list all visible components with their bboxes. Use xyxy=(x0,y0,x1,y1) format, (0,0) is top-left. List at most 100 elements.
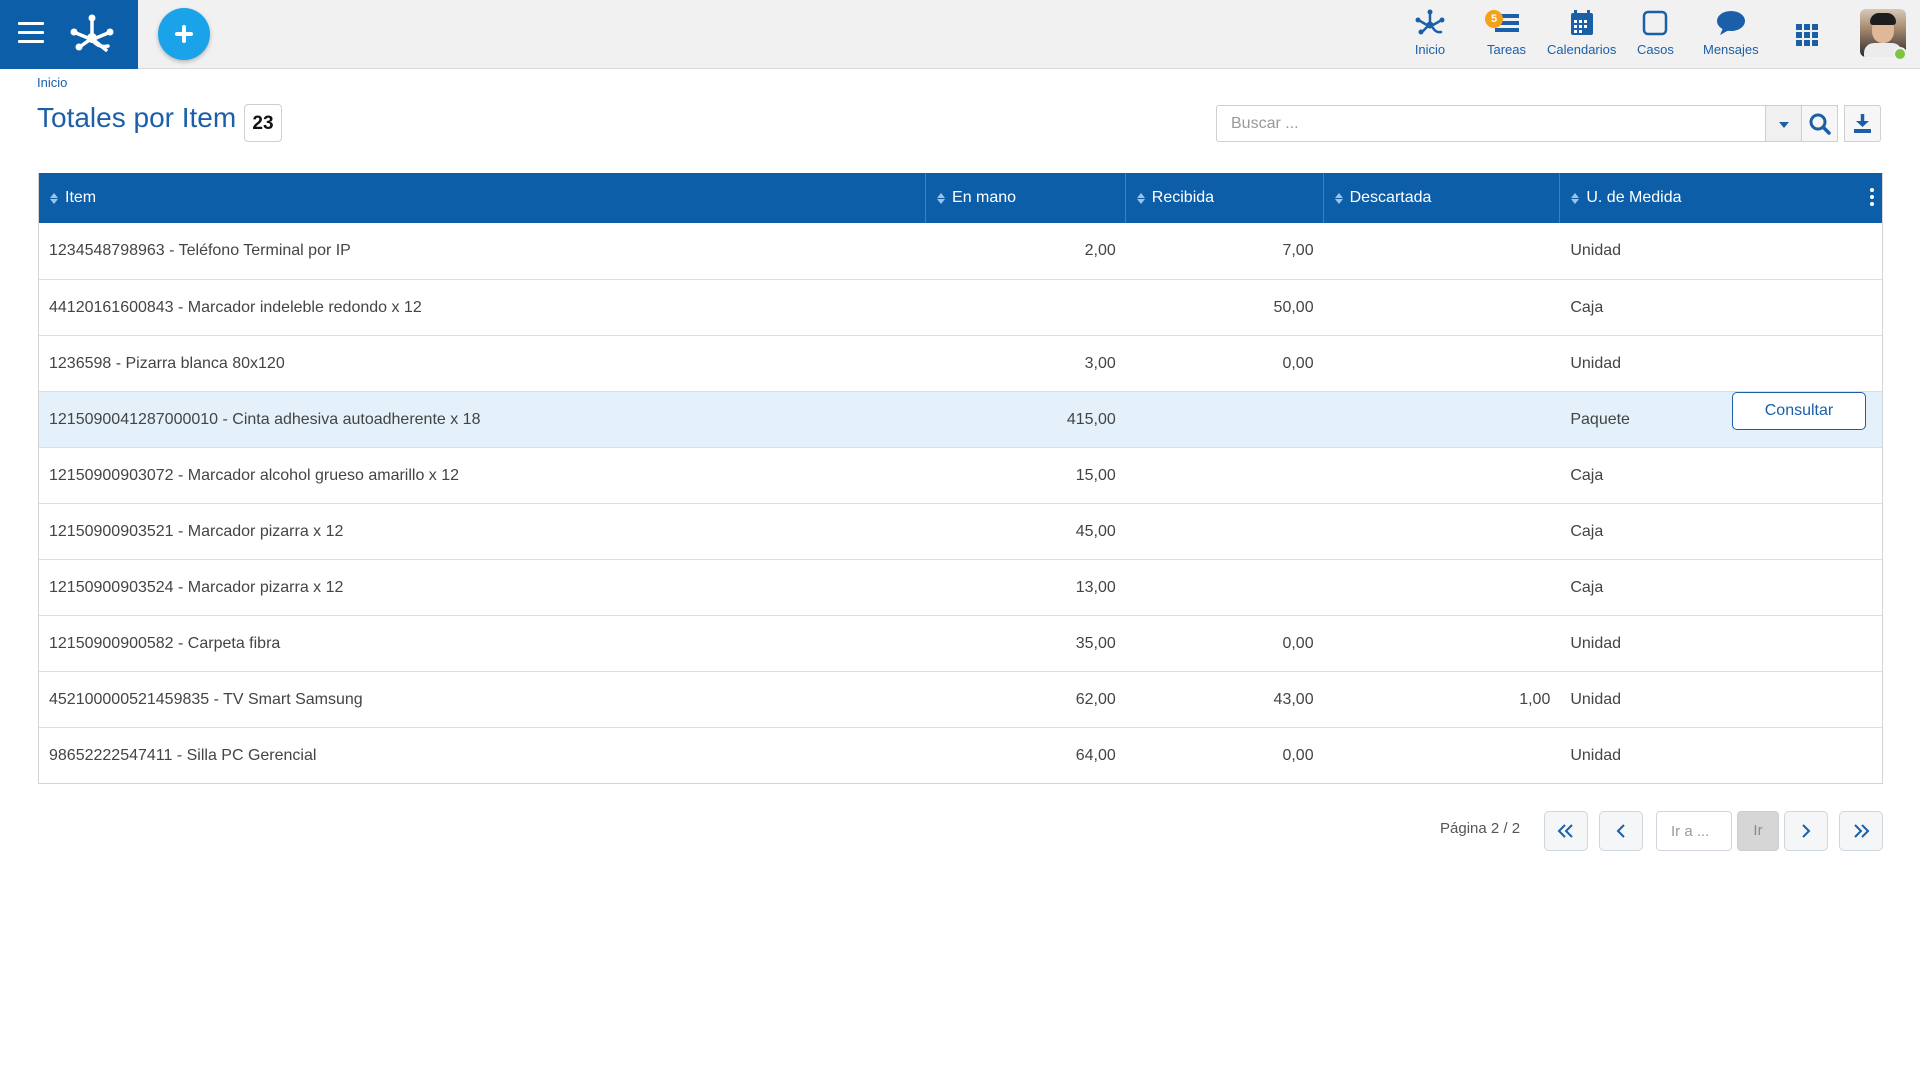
goto-page-input[interactable] xyxy=(1656,811,1732,851)
cell-unidad: Unidad xyxy=(1570,634,1622,652)
cell-unidad: Unidad xyxy=(1570,746,1622,764)
cell-unidad: Unidad xyxy=(1570,242,1622,259)
cell-item: 1215090041287000010 - Cinta adhesiva aut… xyxy=(49,410,481,428)
breadcrumb[interactable]: Inicio xyxy=(37,75,67,90)
nav-inicio[interactable]: Inicio xyxy=(1414,8,1446,57)
first-page-button[interactable] xyxy=(1544,811,1588,851)
double-chevron-right-icon xyxy=(1854,824,1870,838)
table-row[interactable]: 1236598 - Pizarra blanca 80x120 3,00 0,0… xyxy=(39,335,1882,391)
column-options-icon[interactable] xyxy=(1870,188,1874,208)
table-row[interactable]: 12150900903521 - Marcador pizarra x 12 4… xyxy=(39,503,1882,559)
col-header-label: Item xyxy=(65,189,97,206)
cell-item: 98652222547411 - Silla PC Gerencial xyxy=(49,746,317,764)
table-row[interactable]: 1234548798963 - Teléfono Terminal por IP… xyxy=(39,223,1882,279)
col-header-item[interactable]: Item xyxy=(39,173,927,223)
cell-item: 12150900903521 - Marcador pizarra x 12 xyxy=(49,522,344,540)
table-row[interactable]: 12150900903072 - Marcador alcohol grueso… xyxy=(39,447,1882,503)
grid-apps-icon[interactable] xyxy=(1795,23,1819,47)
cell-recibida: 0,00 xyxy=(1282,634,1314,652)
previous-page-button[interactable] xyxy=(1599,811,1643,851)
cell-item: 12150900903524 - Marcador pizarra x 12 xyxy=(49,578,344,596)
tasks-badge: 5 xyxy=(1485,10,1503,28)
table-row[interactable]: 98652222547411 - Silla PC Gerencial 64,0… xyxy=(39,727,1882,783)
chat-bubble-icon xyxy=(1716,11,1745,35)
consultar-button[interactable]: Consultar xyxy=(1732,391,1866,430)
next-page-button[interactable] xyxy=(1784,811,1828,851)
search-icon xyxy=(1809,113,1831,135)
table-row[interactable]: 44120161600843 - Marcador indeleble redo… xyxy=(39,279,1882,335)
search-input[interactable] xyxy=(1216,105,1766,142)
nav-tareas[interactable]: 5 Tareas xyxy=(1485,8,1527,57)
sort-icon xyxy=(49,192,59,205)
nav-mensajes-label: Mensajes xyxy=(1703,42,1759,57)
cell-recibida: 0,00 xyxy=(1282,354,1314,372)
cell-en-mano: 64,00 xyxy=(1075,746,1116,764)
table-body: 1234548798963 - Teléfono Terminal por IP… xyxy=(39,223,1882,783)
cell-item: 1234548798963 - Teléfono Terminal por IP xyxy=(49,242,351,259)
logo-icon[interactable] xyxy=(68,10,116,58)
add-new-button[interactable] xyxy=(158,8,210,60)
cell-recibida: 43,00 xyxy=(1273,690,1314,708)
download-icon xyxy=(1854,114,1871,133)
search-filter-dropdown[interactable] xyxy=(1765,105,1802,142)
cell-unidad: Paquete xyxy=(1570,410,1630,428)
brand-area xyxy=(0,0,138,69)
cell-en-mano: 13,00 xyxy=(1075,578,1116,596)
totals-table: Item En mano Recibida Descartada U. de M… xyxy=(38,173,1883,784)
cell-item: 1236598 - Pizarra blanca 80x120 xyxy=(49,354,285,372)
cell-item: 452100000521459835 - TV Smart Samsung xyxy=(49,690,363,708)
col-header-recibida[interactable]: Recibida xyxy=(1126,173,1324,223)
cases-icon xyxy=(1643,10,1668,36)
cell-item: 44120161600843 - Marcador indeleble redo… xyxy=(49,298,422,316)
nav-inicio-label: Inicio xyxy=(1414,42,1446,57)
cell-recibida: 0,00 xyxy=(1282,746,1314,764)
sort-icon xyxy=(1136,192,1146,205)
cell-unidad: Caja xyxy=(1570,466,1604,484)
goto-page-button[interactable]: Ir xyxy=(1737,811,1779,851)
nav-mensajes[interactable]: Mensajes xyxy=(1703,8,1759,57)
download-button[interactable] xyxy=(1844,105,1881,142)
cell-en-mano: 35,00 xyxy=(1075,634,1116,652)
col-header-label: Recibida xyxy=(1151,189,1215,206)
home-tree-icon xyxy=(1415,9,1445,35)
col-header-label: U. de Medida xyxy=(1586,189,1682,206)
search-button[interactable] xyxy=(1801,105,1838,142)
cell-unidad-wrap: Paquete Consultar xyxy=(1560,391,1882,430)
table-row-selected[interactable]: 1215090041287000010 - Cinta adhesiva aut… xyxy=(39,391,1882,447)
page-title: Totales por Item xyxy=(37,102,237,133)
table-row[interactable]: 12150900903524 - Marcador pizarra x 12 1… xyxy=(39,559,1882,615)
sort-icon xyxy=(936,192,946,205)
record-count-badge: 23 xyxy=(244,104,282,142)
sort-icon xyxy=(1334,192,1344,205)
table-header: Item En mano Recibida Descartada U. de M… xyxy=(39,173,1882,223)
cell-en-mano: 3,00 xyxy=(1084,354,1116,372)
col-header-label: Descartada xyxy=(1349,189,1432,206)
hamburger-menu-icon[interactable] xyxy=(18,22,44,44)
chevron-right-icon xyxy=(1802,824,1811,838)
chevron-left-icon xyxy=(1616,824,1625,838)
sort-icon xyxy=(1570,192,1580,205)
cell-unidad: Caja xyxy=(1570,298,1604,316)
cell-en-mano: 45,00 xyxy=(1075,522,1116,540)
col-header-unidad[interactable]: U. de Medida xyxy=(1560,173,1882,223)
last-page-button[interactable] xyxy=(1839,811,1883,851)
nav-tareas-label: Tareas xyxy=(1487,42,1527,57)
col-header-label: En mano xyxy=(952,189,1017,206)
nav-casos[interactable]: Casos xyxy=(1637,8,1674,57)
cell-unidad: Caja xyxy=(1570,578,1604,596)
top-bar: Inicio 5 Tareas Calendarios Casos Mensaj… xyxy=(0,0,1920,69)
cell-descartada: 1,00 xyxy=(1519,690,1551,708)
table-row[interactable]: 452100000521459835 - TV Smart Samsung 62… xyxy=(39,671,1882,727)
cell-item: 12150900903072 - Marcador alcohol grueso… xyxy=(49,466,460,484)
calendar-icon xyxy=(1570,10,1593,35)
nav-calendarios[interactable]: Calendarios xyxy=(1547,8,1616,57)
cell-en-mano: 62,00 xyxy=(1075,690,1116,708)
col-header-descartada[interactable]: Descartada xyxy=(1324,173,1561,223)
col-header-en-mano[interactable]: En mano xyxy=(926,173,1126,223)
pagination-info: Página 2 / 2 xyxy=(1440,820,1521,837)
cell-unidad: Caja xyxy=(1570,522,1604,540)
cell-item: 12150900900582 - Carpeta fibra xyxy=(49,634,281,652)
online-status-icon xyxy=(1893,47,1907,61)
nav-calendarios-label: Calendarios xyxy=(1547,42,1617,57)
table-row[interactable]: 12150900900582 - Carpeta fibra 35,00 0,0… xyxy=(39,615,1882,671)
